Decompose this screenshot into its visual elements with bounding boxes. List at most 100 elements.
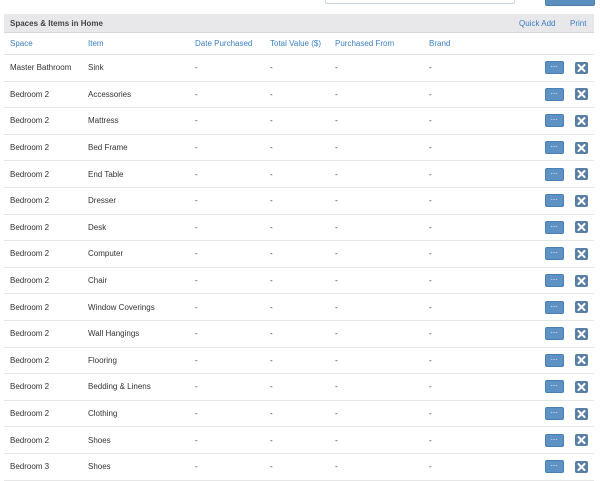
edit-button[interactable]: ... bbox=[544, 246, 564, 261]
cell-purchased-from: - bbox=[329, 81, 423, 109]
column-header-date-purchased[interactable]: Date Purchased bbox=[189, 33, 264, 55]
delete-button[interactable] bbox=[574, 194, 588, 207]
column-header-space[interactable]: Space bbox=[4, 33, 82, 55]
delete-button[interactable] bbox=[574, 61, 588, 74]
edit-button[interactable]: ... bbox=[544, 87, 564, 101]
cell-item: Bed Frame bbox=[82, 134, 189, 162]
cell-purchased-from: - bbox=[329, 187, 423, 215]
delete-button[interactable] bbox=[574, 221, 588, 234]
cell-purchased-from: - bbox=[329, 54, 423, 82]
cell-item: Desk bbox=[82, 214, 189, 242]
edit-cell: ... bbox=[540, 426, 568, 454]
cell-total-value: - bbox=[264, 160, 329, 188]
edit-button[interactable]: ... bbox=[544, 193, 564, 208]
quick-add-link[interactable]: Quick Add bbox=[519, 19, 555, 28]
edit-button[interactable]: ... bbox=[544, 300, 564, 314]
cell-purchased-from: - bbox=[329, 320, 423, 348]
delete-button[interactable] bbox=[574, 114, 588, 127]
cell-total-value: - bbox=[264, 134, 329, 162]
table-row: Bedroom 2 Clothing - - - -... bbox=[4, 400, 594, 428]
column-header-purchased-from[interactable]: Purchased From bbox=[329, 33, 423, 55]
edit-cell: ... bbox=[540, 240, 568, 268]
delete-cell bbox=[568, 81, 594, 109]
edit-button[interactable]: ... bbox=[544, 113, 564, 128]
table-row: Master Bathroom Sink - - - -... bbox=[4, 54, 594, 82]
ellipsis-icon: ... bbox=[550, 246, 558, 256]
delete-cell bbox=[568, 453, 594, 481]
edit-button[interactable]: ... bbox=[544, 326, 564, 341]
cell-date-purchased: - bbox=[189, 373, 264, 401]
cell-brand: - bbox=[423, 107, 540, 135]
cell-date-purchased: - bbox=[189, 400, 264, 428]
cell-item: Shoes bbox=[82, 453, 189, 481]
ellipsis-icon: ... bbox=[550, 379, 558, 389]
table-row: Bedroom 2 Accessories - - - -... bbox=[4, 81, 594, 109]
edit-button[interactable]: ... bbox=[544, 459, 564, 474]
cell-space: Bedroom 2 bbox=[4, 347, 82, 375]
edit-button[interactable]: ... bbox=[544, 166, 564, 181]
cell-total-value: - bbox=[264, 187, 329, 215]
cell-brand: - bbox=[423, 134, 540, 162]
column-header-total-value[interactable]: Total Value ($) bbox=[264, 33, 329, 55]
cell-brand: - bbox=[423, 187, 540, 215]
delete-button[interactable] bbox=[574, 434, 588, 447]
edit-button[interactable]: ... bbox=[544, 60, 564, 75]
cell-total-value: - bbox=[264, 293, 329, 321]
table-row: Bedroom 2 Flooring - - - -... bbox=[4, 347, 594, 375]
print-link[interactable]: Print bbox=[570, 19, 586, 28]
search-input[interactable] bbox=[325, 0, 515, 4]
edit-button[interactable]: ... bbox=[544, 406, 564, 421]
cell-space: Bedroom 3 bbox=[4, 453, 82, 481]
cell-date-purchased: - bbox=[189, 453, 264, 481]
cell-purchased-from: - bbox=[329, 267, 423, 295]
column-header-brand[interactable]: Brand bbox=[423, 33, 540, 55]
cell-brand: - bbox=[423, 400, 540, 428]
ellipsis-icon: ... bbox=[550, 166, 558, 176]
cell-brand: - bbox=[423, 426, 540, 454]
cell-date-purchased: - bbox=[189, 187, 264, 215]
cell-space: Bedroom 2 bbox=[4, 373, 82, 401]
search-button[interactable] bbox=[545, 0, 595, 6]
delete-button[interactable] bbox=[574, 88, 588, 101]
cell-date-purchased: - bbox=[189, 54, 264, 82]
delete-cell bbox=[568, 160, 594, 188]
column-header-item[interactable]: Item bbox=[82, 33, 189, 55]
edit-button[interactable]: ... bbox=[544, 140, 564, 155]
cell-date-purchased: - bbox=[189, 107, 264, 135]
delete-button[interactable] bbox=[574, 168, 588, 181]
close-icon bbox=[577, 63, 585, 72]
cell-space: Master Bathroom bbox=[4, 54, 82, 82]
edit-cell: ... bbox=[540, 214, 568, 242]
delete-cell bbox=[568, 134, 594, 162]
delete-cell bbox=[568, 214, 594, 242]
delete-button[interactable] bbox=[574, 407, 588, 420]
delete-button[interactable] bbox=[574, 301, 588, 314]
delete-button[interactable] bbox=[574, 380, 588, 393]
edit-button[interactable]: ... bbox=[544, 220, 564, 234]
cell-purchased-from: - bbox=[329, 453, 423, 481]
cell-item: End Table bbox=[82, 160, 189, 188]
cell-item: Dresser bbox=[82, 187, 189, 215]
edit-button[interactable]: ... bbox=[544, 379, 564, 394]
close-icon bbox=[577, 170, 585, 179]
delete-button[interactable] bbox=[574, 460, 588, 473]
edit-cell: ... bbox=[540, 373, 568, 401]
cell-item: Accessories bbox=[82, 81, 189, 109]
edit-button[interactable]: ... bbox=[544, 433, 564, 447]
edit-cell: ... bbox=[540, 320, 568, 348]
edit-button[interactable]: ... bbox=[544, 273, 564, 288]
table-row: Bedroom 2 End Table - - - -... bbox=[4, 160, 594, 188]
delete-button[interactable] bbox=[574, 274, 588, 287]
edit-cell: ... bbox=[540, 134, 568, 162]
delete-button[interactable] bbox=[574, 354, 588, 367]
delete-button[interactable] bbox=[574, 327, 588, 340]
delete-cell bbox=[568, 187, 594, 215]
edit-button[interactable]: ... bbox=[544, 353, 564, 367]
cell-item: Mattress bbox=[82, 107, 189, 135]
cell-brand: - bbox=[423, 81, 540, 109]
delete-button[interactable] bbox=[574, 141, 588, 154]
cell-brand: - bbox=[423, 453, 540, 481]
delete-button[interactable] bbox=[574, 247, 588, 260]
cell-brand: - bbox=[423, 293, 540, 321]
cell-date-purchased: - bbox=[189, 267, 264, 295]
